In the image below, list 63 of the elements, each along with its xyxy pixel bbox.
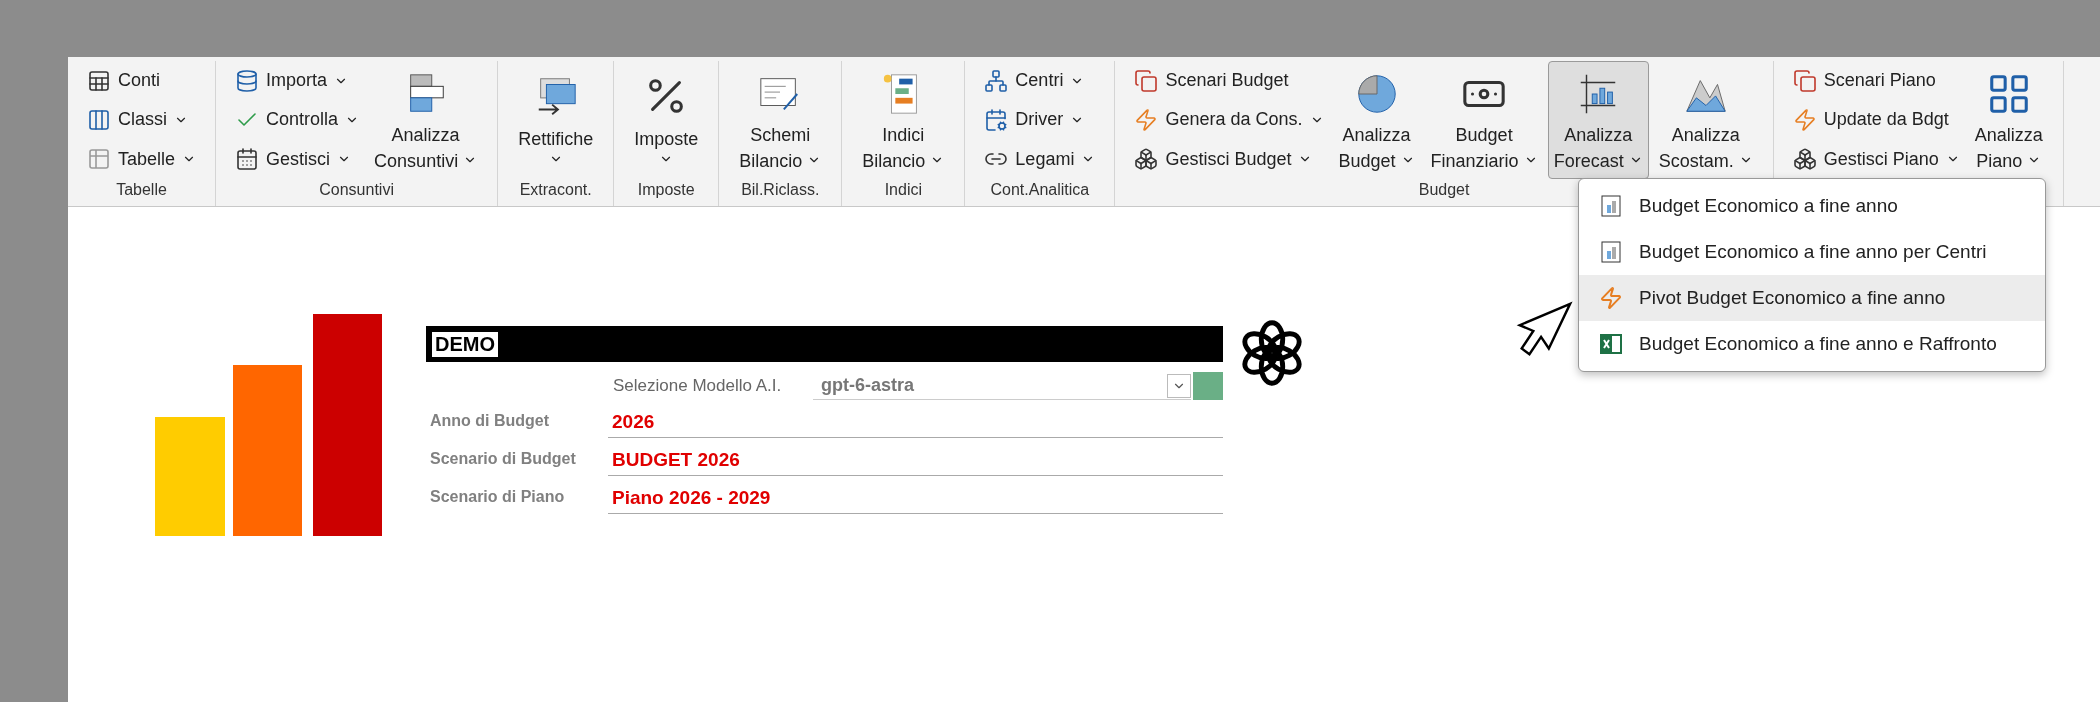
ribbon-button[interactable]: Controlla — [232, 101, 363, 139]
group-label: Cont.Analitica — [990, 180, 1090, 200]
ribbon-button[interactable]: Gestisci Budget — [1131, 140, 1327, 179]
lightning-icon — [1134, 108, 1159, 132]
group-label: Imposte — [637, 180, 695, 200]
group-label: Budget — [1418, 180, 1470, 200]
ribbon-button[interactable]: Conti — [84, 61, 200, 100]
menu-item[interactable]: Pivot Budget Economico a fine anno — [1579, 275, 2045, 321]
group-label: Tabelle — [116, 180, 167, 200]
boxes-icon — [1792, 147, 1817, 172]
group-label: Consuntivi — [319, 180, 394, 200]
hierarchy-icon — [984, 68, 1009, 93]
group-label: Extracont. — [519, 180, 592, 200]
group-label: Indici — [884, 180, 922, 200]
ribbon-button[interactable]: Genera da Cons. — [1131, 101, 1327, 139]
stacked-squares-icon — [1134, 68, 1159, 93]
ribbon-button[interactable]: Gestisci Piano — [1789, 140, 1963, 179]
ribbon-large-button[interactable]: Analizza Forecast — [1547, 61, 1649, 179]
bar-chart-icon — [1599, 240, 1623, 264]
dropdown-button[interactable] — [1167, 373, 1191, 398]
ribbon-button[interactable]: Driver — [981, 101, 1099, 139]
ribbon-button[interactable]: Scenari Piano — [1789, 61, 1963, 100]
banner-title: DEMO — [432, 331, 498, 357]
database-icon — [235, 68, 260, 93]
grid-icon — [87, 147, 111, 172]
ribbon-button[interactable]: Legami — [981, 140, 1099, 179]
menu-item[interactable]: Budget Economico a fine anno — [1579, 183, 2045, 229]
model-select[interactable]: gpt-6-astra — [813, 372, 1191, 400]
ribbon-button[interactable]: Scenari Budget — [1131, 61, 1327, 100]
stacked-squares-icon — [1792, 68, 1817, 93]
ribbon-large-button[interactable]: Analizza Piano — [1968, 61, 2049, 179]
calendar-icon — [235, 147, 260, 172]
group-label: Bil.Riclass. — [741, 180, 820, 200]
ribbon-large-button[interactable]: Rettifiche — [512, 61, 600, 179]
boxes-icon — [1134, 147, 1159, 172]
lightning-icon — [1599, 286, 1623, 310]
columns-icon — [87, 108, 111, 132]
ribbon-button[interactable]: Tabelle — [84, 140, 200, 179]
ribbon-large-button[interactable]: Analizza Consuntivi — [368, 61, 484, 179]
ribbon-large-button[interactable]: Imposte — [628, 61, 705, 179]
ribbon-button[interactable]: Centri — [981, 61, 1099, 100]
field-label: Scenario di Piano — [429, 488, 566, 507]
gear-sheet-icon — [984, 108, 1009, 132]
field-label: Anno di Budget — [429, 412, 551, 431]
ribbon-large-button[interactable]: Budget Finanziario — [1424, 61, 1544, 179]
ribbon-large-button[interactable]: Schemi Bilancio — [733, 61, 828, 179]
menu-item[interactable]: Budget Economico a fine anno e Raffronto — [1579, 321, 2045, 367]
table-icon — [87, 68, 111, 93]
field-label: Scenario di Budget — [429, 450, 577, 469]
ribbon-button[interactable]: Update da Bdgt — [1789, 101, 1963, 139]
field-label: Selezione Modello A.I. — [613, 376, 783, 396]
menu-item[interactable]: Budget Economico a fine anno per Centri — [1579, 229, 2045, 275]
field-value: 2026 — [608, 411, 1223, 438]
spreadsheet-icon — [1599, 332, 1623, 356]
ribbon-large-button[interactable]: Indici Bilancio — [856, 61, 951, 179]
ribbon-large-button[interactable]: Analizza Budget — [1332, 61, 1421, 179]
bar-chart-icon — [1599, 194, 1623, 218]
field-value: BUDGET 2026 — [608, 449, 1223, 476]
field-value: Piano 2026 - 2029 — [608, 487, 1223, 514]
ribbon-button[interactable]: Gestisci — [232, 140, 363, 179]
ribbon-button[interactable]: Classi — [84, 101, 200, 139]
ribbon-button[interactable]: Importa — [232, 61, 363, 100]
lightning-icon — [1792, 108, 1817, 132]
